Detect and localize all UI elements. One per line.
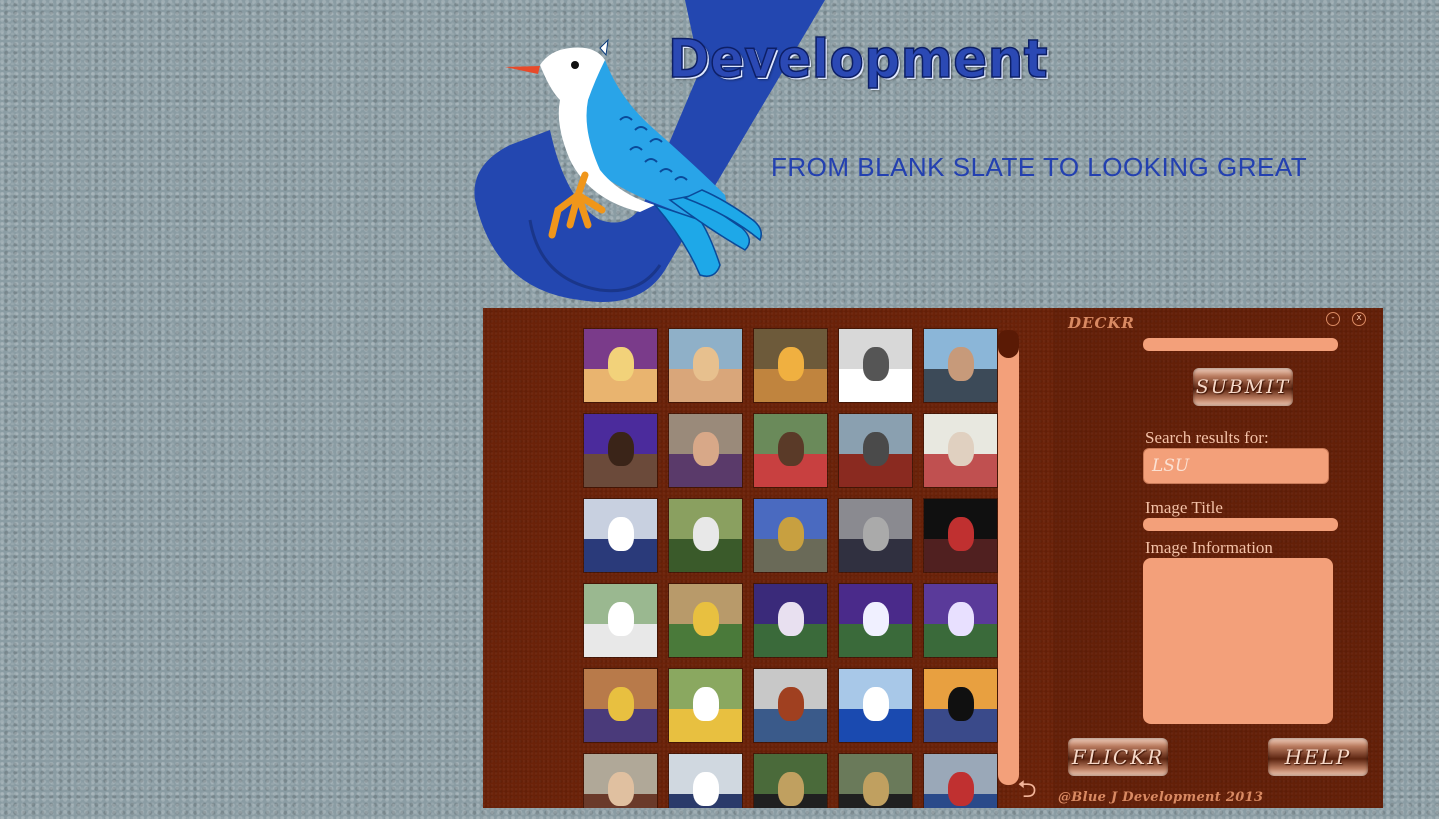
thumbnail-image[interactable]: [753, 413, 828, 488]
thumbnail-image[interactable]: [923, 498, 998, 573]
minimize-button[interactable]: -: [1326, 312, 1340, 326]
thumbnail-image[interactable]: [838, 413, 913, 488]
undo-arrow-icon[interactable]: ⮌: [1013, 778, 1041, 802]
image-title-label: Image Title: [1145, 498, 1223, 517]
copyright-text: @Blue J Development 2013: [1058, 790, 1264, 805]
thumbnail-grid[interactable]: [583, 328, 998, 808]
thumbnail-image[interactable]: [668, 668, 743, 743]
thumbnail-image[interactable]: [668, 498, 743, 573]
thumbnail-image[interactable]: [583, 413, 658, 488]
help-button[interactable]: HELP: [1268, 738, 1368, 776]
thumbnail-image[interactable]: [753, 583, 828, 658]
thumbnail-image[interactable]: [753, 753, 828, 808]
thumbnail-image[interactable]: [923, 413, 998, 488]
thumbnail-image[interactable]: [753, 668, 828, 743]
image-title-field: [1143, 518, 1338, 531]
thumbnail-image[interactable]: [923, 668, 998, 743]
search-results-label: Search results for:: [1145, 428, 1269, 447]
search-input[interactable]: [1143, 338, 1338, 351]
thumbnail-image[interactable]: [583, 498, 658, 573]
thumbnail-image[interactable]: [838, 583, 913, 658]
close-button[interactable]: x: [1352, 312, 1366, 326]
tagline: FROM BLANK SLATE TO LOOKING GREAT: [771, 152, 1308, 182]
thumbnail-image[interactable]: [753, 498, 828, 573]
thumbnail-image[interactable]: [583, 753, 658, 808]
submit-button[interactable]: SUBMIT: [1193, 368, 1293, 406]
search-results-field: LSU: [1143, 448, 1329, 484]
image-info-field: [1143, 558, 1333, 724]
brand-title: Development: [667, 28, 1049, 90]
thumbnail-image[interactable]: [583, 583, 658, 658]
thumbnail-image[interactable]: [923, 583, 998, 658]
thumbnail-image[interactable]: [923, 328, 998, 403]
thumbnail-image[interactable]: [583, 328, 658, 403]
thumbnail-image[interactable]: [923, 753, 998, 808]
thumbnail-image[interactable]: [753, 328, 828, 403]
thumbnail-image[interactable]: [838, 753, 913, 808]
thumbnail-image[interactable]: [668, 328, 743, 403]
thumbnail-image[interactable]: [668, 413, 743, 488]
image-info-label: Image Information: [1145, 538, 1273, 557]
app-title: DECKR: [1068, 314, 1135, 332]
thumbnail-image[interactable]: [838, 498, 913, 573]
flickr-button[interactable]: FLICKR: [1068, 738, 1168, 776]
thumbnail-image[interactable]: [838, 328, 913, 403]
deckr-app-window: ⮌ DECKR - x SUBMIT Search results for: L…: [483, 308, 1383, 808]
thumbnail-image[interactable]: [838, 668, 913, 743]
scrollbar-thumb[interactable]: [998, 330, 1019, 358]
thumbnail-image[interactable]: [668, 583, 743, 658]
scrollbar-track[interactable]: [998, 330, 1019, 785]
thumbnail-image[interactable]: [583, 668, 658, 743]
thumbnail-image[interactable]: [668, 753, 743, 808]
